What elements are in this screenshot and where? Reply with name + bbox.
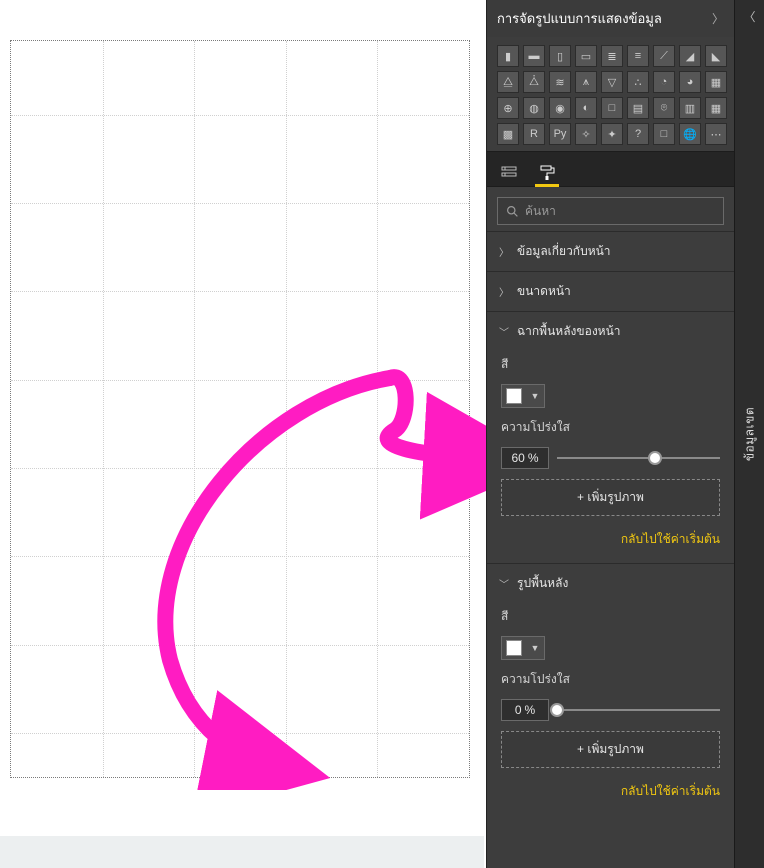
- section-wallpaper[interactable]: ﹀ รูปพื้นหลัง: [487, 564, 734, 603]
- viz-multi-row-card[interactable]: ▤: [627, 97, 649, 119]
- format-pane-body: 〉 ข้อมูลเกี่ยวกับหน้า 〉 ขนาดหน้า ﹀ ฉากพื…: [487, 231, 734, 868]
- pane-header[interactable]: การจัดรูปแบบการแสดงข้อมูล 〉: [487, 0, 734, 37]
- viz-100-stacked-column[interactable]: ≡: [627, 45, 649, 67]
- canvas-bottom-strip: [0, 836, 484, 868]
- unit-text: %: [528, 451, 539, 465]
- section-label: ฉากพื้นหลังของหน้า: [517, 322, 621, 341]
- transparency-label: ความโปร่งใส: [501, 670, 720, 689]
- viz-stacked-column[interactable]: ▬: [523, 45, 545, 67]
- pane-title: การจัดรูปแบบการแสดงข้อมูล: [497, 8, 662, 29]
- viz-kpi[interactable]: ⌾: [653, 97, 675, 119]
- visualizations-pane: การจัดรูปแบบการแสดงข้อมูล 〉 ▮▬▯▭≣≡⟋◢◣ ⧋⧊≋…: [486, 0, 734, 868]
- section-label: รูปพื้นหลัง: [517, 574, 568, 593]
- report-page[interactable]: [10, 40, 470, 778]
- section-page-background[interactable]: ﹀ ฉากพื้นหลังของหน้า: [487, 312, 734, 351]
- viz-key-influencers[interactable]: ✧: [575, 123, 597, 145]
- viz-shape-map[interactable]: ◉: [549, 97, 571, 119]
- viz-map[interactable]: ⊕: [497, 97, 519, 119]
- viz-decomposition-tree[interactable]: ✦: [601, 123, 623, 145]
- viz-stacked-bar[interactable]: ▮: [497, 45, 519, 67]
- viz-python-visual[interactable]: Py: [549, 123, 571, 145]
- wallpaper-add-image-button[interactable]: + เพิ่มรูปภาพ: [501, 731, 720, 768]
- viz-stacked-area[interactable]: ◣: [705, 45, 727, 67]
- viz-paginated[interactable]: □: [653, 123, 675, 145]
- viz-gauge[interactable]: ◐: [575, 97, 597, 119]
- fields-icon: [501, 165, 517, 181]
- page-bg-color-picker[interactable]: ▼: [501, 384, 545, 408]
- format-tabs: [487, 151, 734, 187]
- viz-card[interactable]: □: [601, 97, 623, 119]
- wallpaper-transparency-value[interactable]: 0 %: [501, 699, 549, 721]
- color-swatch: [506, 640, 522, 656]
- fields-tab[interactable]: [499, 160, 519, 186]
- expand-rail-icon[interactable]: 〈: [735, 8, 764, 25]
- page-bg-reset-link[interactable]: กลับไปใช้ค่าเริ่มต้น: [501, 526, 720, 549]
- chevron-down-icon: ▼: [526, 643, 544, 653]
- viz-funnel[interactable]: ▽: [601, 71, 623, 93]
- unit-text: %: [525, 703, 536, 717]
- search-row[interactable]: [497, 197, 724, 225]
- color-label: สี: [501, 355, 720, 374]
- transparency-label: ความโปร่งใส: [501, 418, 720, 437]
- rail-label: ข้อมูลเขต: [740, 407, 759, 461]
- viz-waterfall[interactable]: ⩚: [575, 71, 597, 93]
- collapse-pane-icon[interactable]: 〉: [712, 10, 724, 27]
- viz-r-visual[interactable]: R: [523, 123, 545, 145]
- chevron-right-icon: 〉: [499, 284, 509, 299]
- collapsed-fields-rail[interactable]: 〈 ข้อมูลเขต: [734, 0, 764, 868]
- search-input[interactable]: [525, 204, 715, 218]
- section-label: ขนาดหน้า: [517, 282, 571, 301]
- paint-roller-icon: [539, 165, 555, 181]
- wallpaper-color-picker[interactable]: ▼: [501, 636, 545, 660]
- viz-donut[interactable]: ◕: [679, 71, 701, 93]
- wallpaper-reset-link[interactable]: กลับไปใช้ค่าเริ่มต้น: [501, 778, 720, 801]
- report-canvas-area[interactable]: [0, 0, 486, 868]
- viz-line-stacked-column[interactable]: ⧋: [497, 71, 519, 93]
- value-text: 60: [511, 451, 524, 465]
- viz-slicer[interactable]: ▥: [679, 97, 701, 119]
- viz-clustered-column[interactable]: ▭: [575, 45, 597, 67]
- format-tab[interactable]: [537, 160, 557, 186]
- chevron-down-icon: ﹀: [499, 324, 509, 339]
- wallpaper-transparency-slider[interactable]: [557, 700, 720, 720]
- color-swatch: [506, 388, 522, 404]
- viz-clustered-bar[interactable]: ▯: [549, 45, 571, 67]
- viz-area[interactable]: ◢: [679, 45, 701, 67]
- page-bg-transparency-slider[interactable]: [557, 448, 720, 468]
- section-page-size[interactable]: 〉 ขนาดหน้า: [487, 272, 734, 311]
- page-bg-transparency-value[interactable]: 60 %: [501, 447, 549, 469]
- viz-filled-map[interactable]: ◍: [523, 97, 545, 119]
- viz-pie[interactable]: ◔: [653, 71, 675, 93]
- page-bg-add-image-button[interactable]: + เพิ่มรูปภาพ: [501, 479, 720, 516]
- viz-ribbon[interactable]: ≋: [549, 71, 571, 93]
- chevron-down-icon: ﹀: [499, 576, 509, 591]
- viz-100-stacked-bar[interactable]: ≣: [601, 45, 623, 67]
- section-label: ข้อมูลเกี่ยวกับหน้า: [517, 242, 611, 261]
- chevron-down-icon: ▼: [526, 391, 544, 401]
- viz-line[interactable]: ⟋: [653, 45, 675, 67]
- value-text: 0: [515, 703, 522, 717]
- viz-line-clustered-column[interactable]: ⧊: [523, 71, 545, 93]
- viz-table[interactable]: ▦: [705, 97, 727, 119]
- viz-more[interactable]: ⋯: [705, 123, 727, 145]
- viz-arcgis[interactable]: 🌐: [679, 123, 701, 145]
- viz-scatter[interactable]: ∴: [627, 71, 649, 93]
- viz-qa[interactable]: ?: [627, 123, 649, 145]
- viz-matrix[interactable]: ▩: [497, 123, 519, 145]
- color-label: สี: [501, 607, 720, 626]
- viz-treemap[interactable]: ▦: [705, 71, 727, 93]
- search-icon: [506, 205, 519, 218]
- section-page-info[interactable]: 〉 ข้อมูลเกี่ยวกับหน้า: [487, 232, 734, 271]
- chevron-right-icon: 〉: [499, 244, 509, 259]
- viz-gallery: ▮▬▯▭≣≡⟋◢◣⧋⧊≋⩚▽∴◔◕▦⊕◍◉◐□▤⌾▥▦▩RPy✧✦?□🌐⋯: [487, 37, 734, 151]
